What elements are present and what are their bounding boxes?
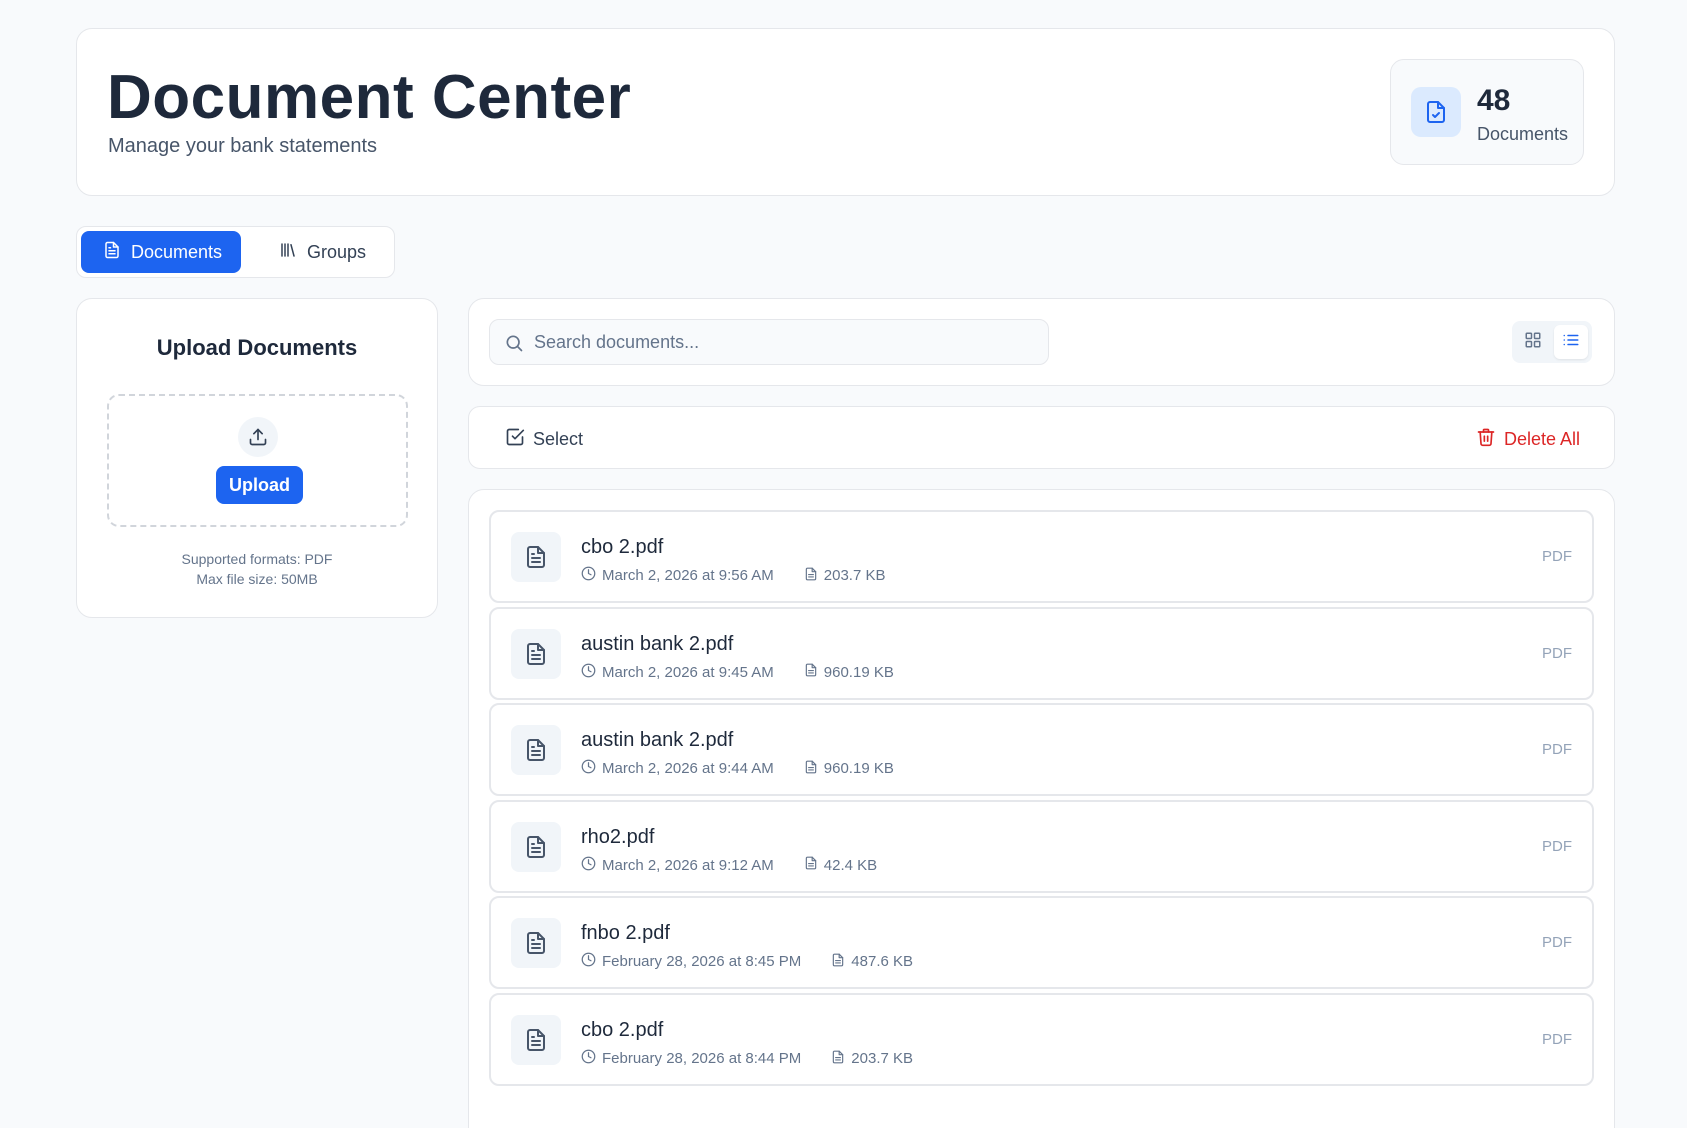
clock-icon — [581, 952, 596, 971]
document-count-value: 48 — [1477, 84, 1511, 117]
document-name: cbo 2.pdf — [581, 536, 664, 558]
clock-icon — [581, 1049, 596, 1068]
upload-title: Upload Documents — [156, 335, 358, 360]
file-size-icon — [804, 760, 818, 778]
checkbox-icon — [505, 427, 525, 452]
clock-icon — [581, 856, 596, 875]
file-size-icon — [831, 1050, 845, 1068]
document-size: 203.7 KB — [851, 1050, 914, 1067]
document-type-badge: PDF — [1542, 837, 1572, 855]
document-row[interactable]: cbo 2.pdf February 28, 2026 at 8:44 PM 2… — [489, 993, 1594, 1086]
grid-view-button[interactable] — [1516, 325, 1550, 359]
action-bar: Select Delete All — [468, 406, 1615, 469]
page-title: Document Center — [107, 63, 632, 132]
search-box — [489, 319, 1049, 365]
tab-documents-label: Documents — [131, 241, 223, 262]
document-size: 203.7 KB — [823, 567, 886, 584]
document-meta: February 28, 2026 at 8:44 PM 203.7 KB — [581, 1049, 913, 1068]
document-meta: March 2, 2026 at 9:44 AM 960.19 KB — [581, 759, 894, 778]
file-check-icon — [1411, 87, 1461, 137]
page: Document Center Manage your bank stateme… — [0, 0, 1687, 1128]
document-size: 487.6 KB — [851, 953, 914, 971]
max-file-size-note: Max file size: 50MB — [196, 571, 318, 587]
document-list: cbo 2.pdf March 2, 2026 at 9:56 AM 203.7… — [468, 489, 1615, 1128]
document-name: rho2.pdf — [581, 825, 655, 848]
file-text-icon — [511, 532, 561, 582]
tab-documents[interactable]: Documents — [81, 231, 241, 273]
upload-dropzone[interactable]: Upload — [107, 394, 408, 527]
document-count-box: 48 Documents — [1390, 59, 1584, 165]
file-size-icon — [804, 663, 818, 681]
clock-icon — [581, 566, 596, 585]
document-type-badge: PDF — [1542, 741, 1572, 759]
grid-icon — [1524, 331, 1542, 354]
delete-all-button[interactable]: Delete All — [1476, 427, 1580, 452]
tab-groups-label: Groups — [307, 241, 367, 262]
document-row[interactable]: fnbo 2.pdf February 28, 2026 at 8:45 PM … — [489, 896, 1594, 990]
file-text-icon — [511, 725, 561, 776]
document-type-badge: PDF — [1542, 548, 1572, 565]
select-label: Select — [533, 429, 584, 449]
upload-button[interactable]: Upload — [216, 466, 303, 504]
page-subtitle: Manage your bank statements — [108, 135, 378, 157]
document-date: March 2, 2026 at 9:45 AM — [602, 663, 774, 681]
clock-icon — [581, 663, 596, 682]
document-meta: March 2, 2026 at 9:12 AM 42.4 KB — [581, 856, 877, 875]
document-date: March 2, 2026 at 9:12 AM — [602, 856, 774, 874]
view-toggle — [1512, 321, 1592, 363]
document-row[interactable]: austin bank 2.pdf March 2, 2026 at 9:45 … — [489, 606, 1594, 700]
document-size: 42.4 KB — [823, 856, 878, 874]
list-icon — [1562, 331, 1580, 354]
file-text-icon — [511, 628, 561, 679]
file-size-icon — [804, 567, 818, 585]
file-size-icon — [804, 856, 818, 874]
upload-icon — [238, 417, 278, 457]
search-toolbar — [468, 298, 1615, 386]
document-icon — [103, 241, 121, 264]
file-size-icon — [831, 953, 845, 971]
document-meta: February 28, 2026 at 8:45 PM 487.6 KB — [581, 952, 913, 971]
document-date: March 2, 2026 at 9:44 AM — [602, 760, 774, 778]
document-meta: March 2, 2026 at 9:45 AM 960.19 KB — [581, 663, 894, 682]
document-type-badge: PDF — [1542, 1031, 1572, 1048]
document-type-badge: PDF — [1542, 934, 1572, 952]
trash-icon — [1476, 427, 1496, 452]
supported-formats-note: Supported formats: PDF — [181, 551, 333, 567]
file-text-icon — [511, 1015, 561, 1065]
delete-all-label: Delete All — [1503, 429, 1580, 449]
search-input[interactable] — [534, 320, 1034, 364]
document-name: cbo 2.pdf — [581, 1019, 664, 1041]
document-row[interactable]: rho2.pdf March 2, 2026 at 9:12 AM 42.4 K… — [489, 799, 1594, 893]
document-name: austin bank 2.pdf — [581, 729, 734, 752]
document-date: February 28, 2026 at 8:44 PM — [602, 1050, 802, 1067]
search-icon — [504, 333, 524, 358]
list-view-button[interactable] — [1554, 325, 1588, 359]
document-name: austin bank 2.pdf — [581, 632, 734, 655]
file-text-icon — [511, 918, 561, 969]
document-name: fnbo 2.pdf — [581, 922, 670, 945]
document-row[interactable]: austin bank 2.pdf March 2, 2026 at 9:44 … — [489, 703, 1594, 797]
library-icon — [279, 241, 297, 264]
clock-icon — [581, 759, 596, 778]
tab-bar: Documents Groups — [76, 226, 395, 278]
document-type-badge: PDF — [1542, 644, 1572, 662]
upload-card: Upload Documents Upload Supported format… — [76, 298, 438, 618]
document-count-label: Documents — [1477, 124, 1569, 144]
select-button[interactable]: Select — [505, 427, 583, 452]
document-date: February 28, 2026 at 8:45 PM — [602, 953, 802, 971]
file-text-icon — [511, 821, 561, 872]
header-card: Document Center Manage your bank stateme… — [76, 28, 1615, 196]
document-size: 960.19 KB — [823, 663, 894, 681]
tab-groups[interactable]: Groups — [257, 231, 387, 273]
document-size: 960.19 KB — [823, 760, 894, 778]
document-meta: March 2, 2026 at 9:56 AM 203.7 KB — [581, 566, 886, 585]
document-row[interactable]: cbo 2.pdf March 2, 2026 at 9:56 AM 203.7… — [489, 510, 1594, 603]
document-date: March 2, 2026 at 9:56 AM — [602, 567, 774, 584]
